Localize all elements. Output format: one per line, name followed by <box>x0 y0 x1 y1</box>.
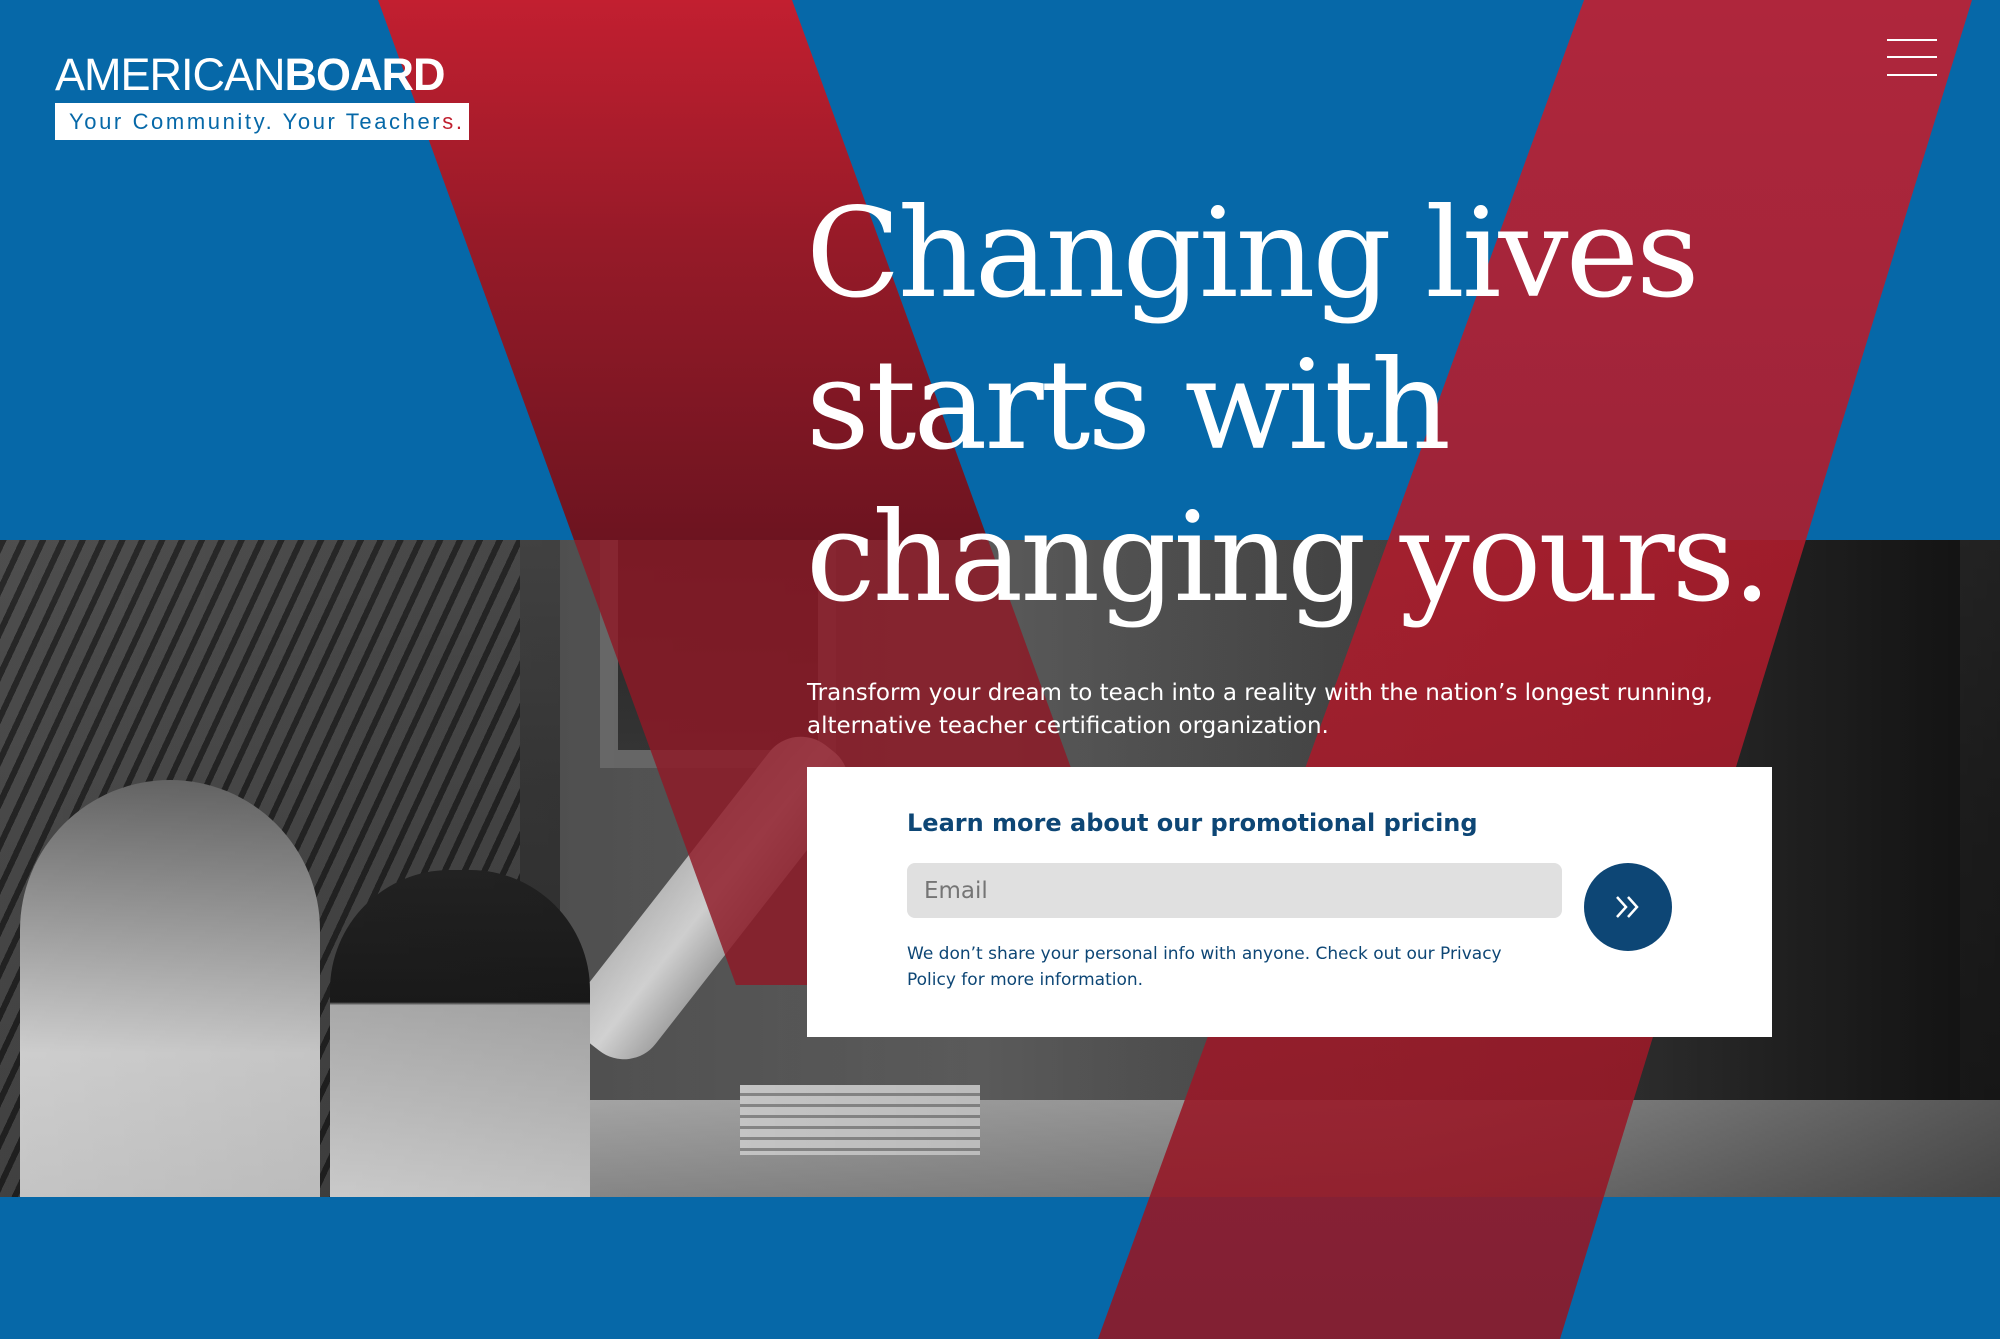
headline-line-2: starts with <box>806 334 1451 478</box>
logo-tagline-accent: s. <box>442 109 465 134</box>
double-chevron-right-icon <box>1616 896 1639 918</box>
logo-tagline: Your Community. Your Teachers. <box>55 103 469 140</box>
email-field[interactable] <box>907 863 1562 918</box>
page: AMERICANBOARD Your Community. Your Teach… <box>0 0 2000 1339</box>
privacy-disclaimer: We don’t share your personal info with a… <box>907 944 1502 990</box>
logo-tagline-main: Your Community. Your Teacher <box>69 109 443 134</box>
brand-logo[interactable]: AMERICANBOARD Your Community. Your Teach… <box>55 52 469 140</box>
hero-headline: Changing lives starts with changing your… <box>806 178 1806 634</box>
hamburger-menu-icon[interactable] <box>1884 36 1938 80</box>
headline-line-3: changing yours. <box>806 486 1772 630</box>
promo-signup-form: Learn more about our promotional pricing… <box>807 767 1772 1037</box>
logo-word-bold: BOARD <box>284 49 446 100</box>
hero-subtext: Transform your dream to teach into a rea… <box>807 680 1713 739</box>
menu-bar-top <box>1887 39 1937 41</box>
signup-title: Learn more about our promotional pricing <box>907 809 1478 837</box>
menu-bar-bottom <box>1887 74 1937 76</box>
menu-bar-middle <box>1887 56 1937 58</box>
logo-word-light: AMERICAN <box>55 49 286 100</box>
logo-wordmark: AMERICANBOARD <box>55 49 446 100</box>
submit-button[interactable] <box>1584 863 1672 951</box>
headline-line-1: Changing lives <box>806 182 1700 326</box>
